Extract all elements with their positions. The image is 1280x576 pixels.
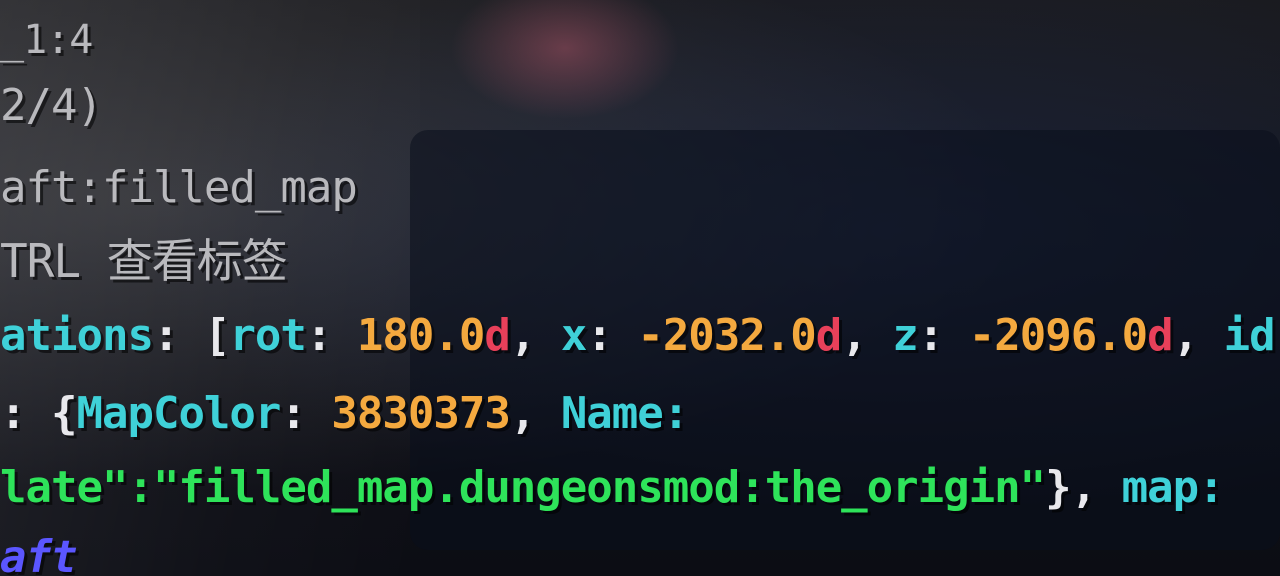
nbt-suffix-d: d xyxy=(815,310,842,361)
nbt-key-id: id: xyxy=(1223,310,1280,361)
nbt-colon: : xyxy=(305,310,357,361)
nbt-key-mapcolor: MapColor xyxy=(76,388,281,439)
nbt-value-rot: 180.0 xyxy=(356,310,485,361)
nbt-key-decorations: ations xyxy=(0,310,154,361)
nbt-suffix-d: d xyxy=(1147,310,1173,361)
nbt-value-z: -2096.0 xyxy=(968,310,1148,361)
nbt-string-translate: late":"filled_map.dungeonsmod:the_origin… xyxy=(0,462,1046,513)
game-screen: _1:4 2/4) aft:filled_map TRL 查看标签 ations… xyxy=(0,0,1280,576)
nbt-key-x: x xyxy=(560,310,587,361)
nbt-key-map: map: xyxy=(1121,462,1225,513)
nbt-colon: : xyxy=(280,388,332,439)
nbt-key-z: z xyxy=(892,310,918,361)
nbt-colon: : xyxy=(152,310,204,361)
tooltip-line-display: : {MapColor: 3830373, Name: xyxy=(0,388,689,439)
tooltip-line-translate: late":"filled_map.dungeonsmod:the_origin… xyxy=(0,462,1225,513)
nbt-bracket: [ xyxy=(203,310,230,361)
nbt-key-rot: rot xyxy=(229,310,306,361)
nbt-suffix-d: d xyxy=(484,310,510,361)
nbt-key-name: Name: xyxy=(560,388,689,439)
nbt-colon: : xyxy=(586,310,638,361)
nbt-brace: { xyxy=(50,388,77,439)
nbt-separator: , xyxy=(509,310,561,361)
nbt-separator: , xyxy=(841,310,893,361)
nbt-value-mapcolor: 3830373 xyxy=(331,388,510,439)
nbt-separator: , xyxy=(509,388,561,439)
nbt-colon: : xyxy=(0,388,51,439)
tooltip-line-ctrl-hint: TRL 查看标签 xyxy=(0,234,288,288)
nbt-separator: , xyxy=(1172,310,1224,361)
nbt-colon: : xyxy=(917,310,969,361)
nbt-value-x: -2032.0 xyxy=(637,310,816,361)
tooltip-line-mod-name: aft xyxy=(0,532,77,576)
tooltip-line-map-scale: _1:4 xyxy=(0,17,93,63)
nbt-brace: } xyxy=(1045,462,1071,513)
item-tooltip: _1:4 2/4) aft:filled_map TRL 查看标签 ations… xyxy=(0,0,1280,576)
tooltip-line-item-id: aft:filled_map xyxy=(0,162,358,213)
tooltip-line-decorations: ations: [rot: 180.0d, x: -2032.0d, z: -2… xyxy=(0,314,1280,358)
nbt-separator: , xyxy=(1070,462,1122,513)
tooltip-line-map-level: 2/4) xyxy=(0,80,103,131)
